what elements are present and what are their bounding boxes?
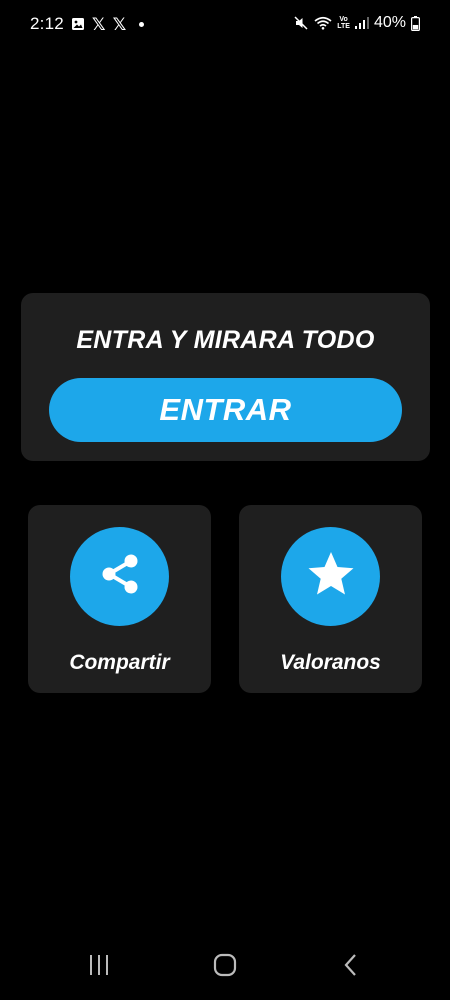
status-left: 2:12 𝕏 𝕏 — [30, 14, 145, 34]
rate-label: Valoranos — [280, 651, 381, 674]
home-button[interactable] — [205, 952, 245, 982]
status-time: 2:12 — [30, 14, 64, 33]
share-icon — [97, 551, 143, 602]
back-button[interactable] — [331, 952, 371, 982]
share-label: Compartir — [69, 651, 170, 674]
volte-icon: Vo LTE — [337, 16, 350, 30]
star-icon-circle[interactable] — [281, 527, 380, 626]
home-icon — [213, 953, 237, 982]
entry-card: ENTRA Y MIRARA TODO ENTRAR — [21, 293, 430, 461]
enter-button[interactable]: ENTRAR — [49, 378, 402, 442]
rate-card[interactable]: Valoranos — [239, 505, 422, 693]
recents-icon — [87, 954, 111, 981]
battery-percent: 40% — [373, 14, 406, 31]
entry-title: ENTRA Y MIRARA TODO — [76, 326, 375, 354]
wifi-icon — [314, 16, 332, 30]
share-icon-circle[interactable] — [70, 527, 169, 626]
x-logo-icon: 𝕏 — [112, 14, 127, 34]
enter-button-label: ENTRAR — [159, 392, 292, 427]
back-icon — [343, 953, 359, 982]
gallery-icon — [71, 17, 85, 31]
battery-icon — [411, 15, 420, 31]
mute-icon — [293, 15, 309, 31]
notification-dot-icon — [139, 21, 145, 27]
recents-button[interactable] — [79, 952, 119, 982]
status-right: Vo LTE 40% — [293, 14, 420, 32]
star-icon — [306, 549, 356, 604]
navigation-bar — [0, 940, 450, 1000]
signal-icon — [354, 17, 369, 29]
status-bar: 2:12 𝕏 𝕏 Vo LTE 40% — [0, 0, 450, 50]
x-logo-icon: 𝕏 — [91, 14, 106, 34]
share-card[interactable]: Compartir — [28, 505, 211, 693]
